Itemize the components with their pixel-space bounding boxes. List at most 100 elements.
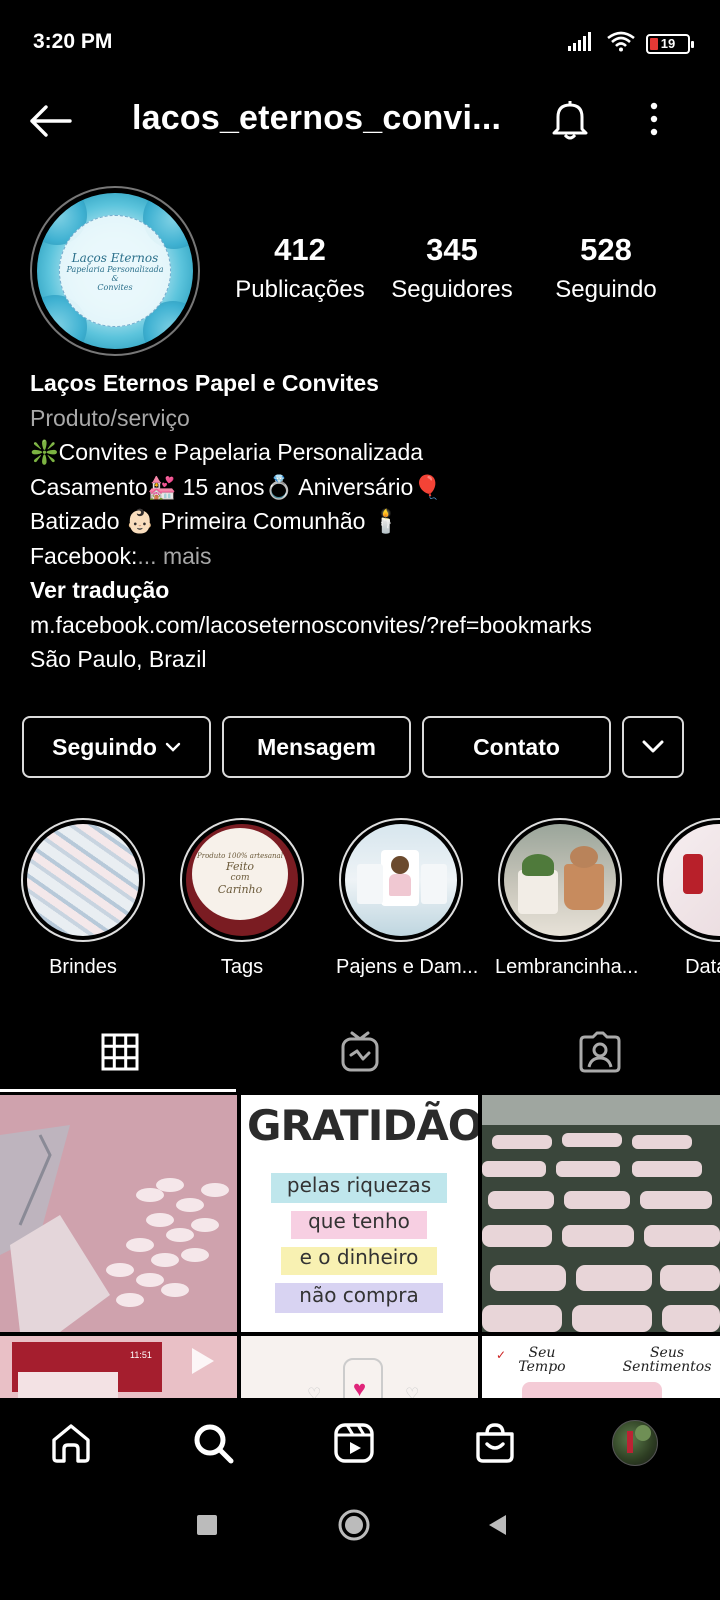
avatar-image: Laços Eternos Papelaria Personalizada & … <box>37 193 193 349</box>
bio-line: Batizado 👶🏻 Primeira Comunhão 🕯️ <box>30 508 401 534</box>
bio-more-link[interactable]: ... mais <box>137 543 211 569</box>
tab-igtv[interactable] <box>240 1012 480 1092</box>
post-text-line: Seu Tempo <box>518 1345 566 1375</box>
tab-tagged[interactable] <box>480 1012 720 1092</box>
igtv-icon <box>341 1031 379 1072</box>
bio-line: ❇️Convites e Papelaria Personalizada <box>30 439 424 465</box>
stat-followers[interactable]: 345 Seguidores <box>380 232 524 304</box>
grid-post[interactable]: 11:51 <box>0 1336 237 1400</box>
profile-website-link[interactable]: m.facebook.com/lacoseternosconvites/?ref… <box>30 608 700 643</box>
search-icon <box>194 1424 234 1464</box>
highlight-cover-datas <box>663 824 720 936</box>
posts-grid: GRATIDÃO pelas riquezas que tenho e o di… <box>0 1095 720 1400</box>
chevron-down-icon <box>165 742 181 752</box>
nav-reels[interactable] <box>329 1418 379 1468</box>
post-image <box>482 1095 720 1332</box>
post-text-title: GRATIDÃO <box>247 1101 478 1150</box>
highlight-item[interactable]: Pajens e Dam... <box>336 818 479 979</box>
more-vertical-icon <box>650 102 658 136</box>
grid-post[interactable] <box>482 1095 720 1332</box>
home-circle-icon <box>338 1509 370 1541</box>
avatar-logo-text: Laços Eternos Papelaria Personalizada & … <box>59 215 171 327</box>
reels-icon <box>334 1423 374 1463</box>
chevron-down-icon <box>642 740 664 753</box>
system-navigation <box>0 1490 720 1600</box>
shop-icon <box>476 1423 514 1463</box>
contact-button[interactable]: Contato <box>422 716 611 778</box>
signal-icon <box>568 31 596 56</box>
bell-icon <box>552 101 588 140</box>
see-translation-link[interactable]: Ver tradução <box>30 573 700 608</box>
play-icon <box>192 1348 214 1374</box>
wifi-icon <box>606 30 636 57</box>
highlight-cover-pajens <box>345 824 457 936</box>
bio-line: Facebook:... mais <box>30 542 212 569</box>
stat-following[interactable]: 528 Seguindo <box>534 232 678 304</box>
battery-level: 19 <box>660 36 676 51</box>
home-icon <box>52 1424 90 1463</box>
status-bar: 3:20 PM 19 <box>0 0 720 80</box>
tab-posts-grid[interactable] <box>0 1012 240 1092</box>
nav-search[interactable] <box>188 1418 238 1468</box>
highlight-item[interactable]: Brindes <box>18 818 148 979</box>
more-options-button[interactable] <box>648 101 660 142</box>
recents-button[interactable] <box>196 1514 218 1541</box>
highlight-item[interactable]: Datas c <box>654 818 720 979</box>
highlight-label: Lembrancinha... <box>495 956 639 978</box>
bottom-navigation <box>0 1398 720 1488</box>
profile-actions: Seguindo Mensagem Contato <box>22 716 684 778</box>
stat-posts[interactable]: 412 Publicações <box>228 232 372 304</box>
notifications-button[interactable] <box>550 97 590 146</box>
highlight-label: Brindes <box>49 956 117 978</box>
battery-fill <box>650 37 658 50</box>
highlight-item[interactable]: Produto 100% artesanal Feito com Carinho… <box>177 818 307 979</box>
bio-line: Casamento💒 15 anos💍 Aniversário🎈 <box>30 473 442 500</box>
nav-profile[interactable] <box>610 1418 660 1468</box>
message-button[interactable]: Mensagem <box>222 716 411 778</box>
post-text-line: e o dinheiro <box>299 1245 419 1269</box>
following-button[interactable]: Seguindo <box>22 716 211 778</box>
profile-display-name: Laços Eternos Papel e Convites <box>30 370 379 396</box>
profile-bio: Laços Eternos Papel e Convites Produto/s… <box>30 366 700 677</box>
highlight-cover-brindes <box>27 824 139 936</box>
suggested-accounts-button[interactable] <box>622 716 684 778</box>
profile-username: lacos_eternos_convi... <box>132 99 502 137</box>
grid-post[interactable] <box>0 1095 237 1332</box>
battery-icon: 19 <box>646 33 694 54</box>
profile-location[interactable]: São Paulo, Brazil <box>30 642 700 677</box>
post-image <box>0 1095 237 1332</box>
highlight-item[interactable]: Lembrancinha... <box>495 818 639 979</box>
back-button[interactable] <box>28 101 76 141</box>
heart-icon: ♥ <box>353 1376 367 1400</box>
recents-square-icon <box>197 1515 217 1535</box>
arrow-left-icon <box>30 105 72 137</box>
status-icons: 19 <box>568 30 694 57</box>
grid-icon <box>101 1033 139 1071</box>
post-text-line: Seus Sentimentos <box>622 1345 712 1375</box>
nav-home[interactable] <box>46 1418 96 1468</box>
top-bar: lacos_eternos_convi... <box>0 85 720 155</box>
profile-avatar[interactable]: Laços Eternos Papelaria Personalizada & … <box>30 186 200 356</box>
active-tab-indicator <box>0 1089 236 1092</box>
grid-post[interactable]: GRATIDÃO pelas riquezas que tenho e o di… <box>241 1095 478 1332</box>
tagged-user-icon <box>579 1031 621 1073</box>
back-triangle-icon <box>489 1515 506 1535</box>
profile-category: Produto/serviço <box>30 404 190 431</box>
grid-post[interactable]: ♥ ♡ ♡ <box>241 1336 478 1400</box>
highlight-label: Pajens e Dam... <box>336 956 479 978</box>
post-text-line: não compra <box>299 1283 419 1307</box>
profile-avatar-small <box>612 1420 658 1466</box>
highlight-cover-tags: Produto 100% artesanal Feito com Carinho <box>186 824 298 936</box>
highlight-label: Tags <box>220 956 264 978</box>
status-time: 3:20 PM <box>33 30 113 53</box>
back-system-button[interactable] <box>486 1513 508 1542</box>
grid-post[interactable]: Seu Tempo Seus Sentimentos ✓ <box>482 1336 720 1400</box>
post-text-line: que tenho <box>308 1209 410 1233</box>
home-system-button[interactable] <box>337 1508 371 1547</box>
story-highlights: Brindes Produto 100% artesanal Feito com… <box>0 818 720 988</box>
profile-content-tabs <box>0 1012 720 1092</box>
highlight-cover-lembrancinhas <box>504 824 616 936</box>
post-video-time: 11:51 <box>130 1350 152 1360</box>
nav-shop[interactable] <box>470 1418 520 1468</box>
post-text-line: pelas riquezas <box>286 1173 432 1197</box>
